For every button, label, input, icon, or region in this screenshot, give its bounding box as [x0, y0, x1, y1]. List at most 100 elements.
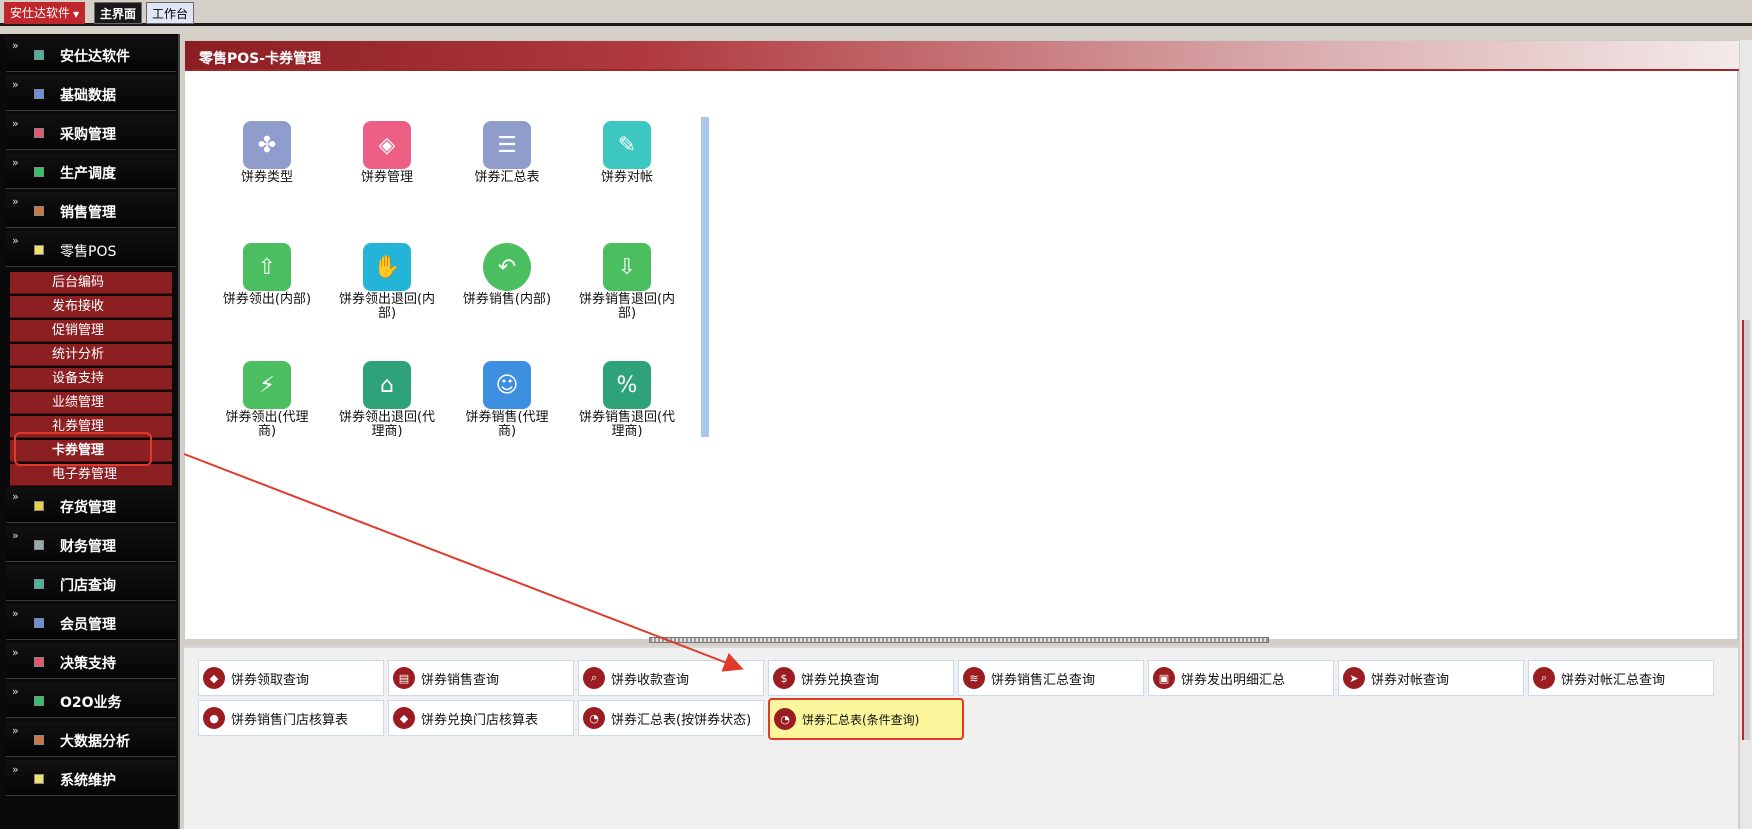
sidebar-item-label: 安仕达软件 [60, 49, 130, 65]
sidebar-item-label: 决策支持 [60, 656, 116, 672]
btn-issue-detail-summary[interactable]: ▣ 饼券发出明细汇总 [1148, 660, 1334, 696]
sidebar-item-label: 大数据分析 [60, 734, 130, 750]
module-icon [34, 657, 44, 667]
tile-voucher-manage[interactable]: ◈ 饼券管理 [337, 121, 437, 185]
id-card-icon: ▣ [1153, 667, 1175, 689]
sidebar-item-member[interactable]: » 会员管理 [6, 604, 176, 640]
sub-item-e-voucher[interactable]: 电子券管理 [10, 464, 172, 486]
sidebar-item-retail-pos[interactable]: » 零售POS [6, 231, 176, 267]
sidebar-item-store-query[interactable]: 门店查询 [6, 565, 176, 601]
undo-icon: ↶ [483, 243, 531, 291]
sidebar-item-finance[interactable]: » 财务管理 [6, 526, 176, 562]
sub-item-backend-code[interactable]: 后台编码 [10, 272, 172, 294]
pie-icon: ◔ [774, 708, 796, 730]
horizontal-splitter[interactable] [649, 637, 1269, 643]
tile-sale-return-internal[interactable]: ⇩ 饼券销售退回(内部) [577, 243, 677, 321]
pin-icon: ✎ [603, 121, 651, 169]
tile-label: 饼券管理 [360, 170, 413, 185]
chevron-right-icon: » [12, 156, 19, 169]
sub-item-promotion[interactable]: 促销管理 [10, 320, 172, 342]
button-label: 饼券销售门店核算表 [231, 712, 349, 728]
tab-workbench[interactable]: 工作台 [146, 2, 195, 24]
sidebar-item-label: 零售POS [60, 244, 117, 260]
tile-voucher-reconcile[interactable]: ✎ 饼券对帐 [577, 121, 677, 185]
sidebar-item-label: 系统维护 [60, 773, 116, 789]
btn-store-exchange-accounting[interactable]: ◆ 饼券兑换门店核算表 [388, 700, 574, 736]
main-panel: 零售POS-卡券管理 ✤ 饼券类型 ◈ 饼券管理 ☰ 饼券汇总表 ✎ 饼券对帐 … [184, 40, 1739, 643]
sidebar-item-big-data[interactable]: » 大数据分析 [6, 721, 176, 757]
quick-query-panel: ◆ 饼券领取查询 ▤ 饼券销售查询 ⌕ 饼券收款查询 $ 饼券兑换查询 ≋ 饼券销售汇总查… [184, 646, 1738, 829]
search-icon: ⌕ [1533, 667, 1555, 689]
button-label: 饼券兑换查询 [801, 672, 880, 688]
server-icon: ☰ [483, 121, 531, 169]
tile-issue-agent[interactable]: ⚡ 饼券领出(代理商) [217, 361, 317, 439]
tag-icon: ◆ [203, 667, 225, 689]
sidebar-item-inventory[interactable]: » 存货管理 [6, 487, 176, 523]
btn-summary-conditional[interactable]: ◔ 饼券汇总表(条件查询) [768, 698, 964, 740]
folder-bolt-icon: ⚡ [243, 361, 291, 409]
sidebar-item-sales[interactable]: » 销售管理 [6, 192, 176, 228]
button-label: 饼券汇总表(按饼券状态) [611, 712, 752, 728]
sidebar-item-basic-data[interactable]: » 基础数据 [6, 75, 176, 111]
tile-issue-return-agent[interactable]: ⌂ 饼券领出退回(代理商) [337, 361, 437, 439]
tile-sale-internal[interactable]: ↶ 饼券销售(内部) [457, 243, 557, 307]
sidebar-item-purchase[interactable]: » 采购管理 [6, 114, 176, 150]
tile-sale-agent[interactable]: ☺ 饼券销售(代理商) [457, 361, 557, 439]
btn-reconcile-summary-query[interactable]: ⌕ 饼券对帐汇总查询 [1528, 660, 1714, 696]
chevron-right-icon: » [12, 529, 19, 542]
tile-label: 饼券类型 [240, 170, 293, 185]
tile-label: 饼券领出(代理商) [225, 410, 309, 439]
sub-item-device-support[interactable]: 设备支持 [10, 368, 172, 390]
sidebar-item-label: 基础数据 [60, 88, 116, 104]
folder-up-icon: ⇧ [243, 243, 291, 291]
splitter-bar[interactable] [701, 117, 709, 437]
users-icon: ☺ [483, 361, 531, 409]
btn-store-sales-accounting[interactable]: ● 饼券销售门店核算表 [198, 700, 384, 736]
btn-issue-query[interactable]: ◆ 饼券领取查询 [198, 660, 384, 696]
btn-exchange-query[interactable]: $ 饼券兑换查询 [768, 660, 954, 696]
sidebar-item-production[interactable]: » 生产调度 [6, 153, 176, 189]
tag-icon: ◈ [363, 121, 411, 169]
send-icon: ➤ [1343, 667, 1365, 689]
sidebar-item-label: 会员管理 [60, 617, 116, 633]
sub-item-publish-receive[interactable]: 发布接收 [10, 296, 172, 318]
brand-menu[interactable]: 安仕达软件 ▼ [4, 2, 86, 24]
tile-issue-internal[interactable]: ⇧ 饼券领出(内部) [217, 243, 317, 307]
btn-sales-summary-query[interactable]: ≋ 饼券销售汇总查询 [958, 660, 1144, 696]
tile-sale-return-agent[interactable]: % 饼券销售退回(代理商) [577, 361, 677, 439]
sub-item-statistics[interactable]: 统计分析 [10, 344, 172, 366]
scrollbar-thumb[interactable] [1742, 320, 1750, 740]
vertical-scrollbar[interactable] [1740, 40, 1752, 829]
tile-issue-return-internal[interactable]: ✋ 饼券领出退回(内部) [337, 243, 437, 321]
sidebar-item-system[interactable]: » 系统维护 [6, 760, 176, 796]
sidebar-item-label: 采购管理 [60, 127, 116, 143]
module-icon [34, 540, 44, 550]
tab-main[interactable]: 主界面 [94, 2, 143, 24]
chevron-right-icon: » [12, 685, 19, 698]
chevron-right-icon: » [12, 195, 19, 208]
tile-label: 饼券对帐 [600, 170, 653, 185]
button-label: 饼券发出明细汇总 [1181, 672, 1286, 688]
sidebar-item-anshida[interactable]: » 安仕达软件 [6, 36, 176, 72]
sub-item-performance[interactable]: 业绩管理 [10, 392, 172, 414]
module-icon [34, 735, 44, 745]
button-label: 饼券领取查询 [231, 672, 310, 688]
hand-card-icon: ✋ [363, 243, 411, 291]
tile-voucher-summary[interactable]: ☰ 饼券汇总表 [457, 121, 557, 185]
tile-label: 饼券销售退回(代理商) [578, 410, 676, 439]
sidebar-item-decision[interactable]: » 决策支持 [6, 643, 176, 679]
module-icon [34, 245, 44, 255]
btn-payment-query[interactable]: ⌕ 饼券收款查询 [578, 660, 764, 696]
sidebar-item-o2o[interactable]: » O2O业务 [6, 682, 176, 718]
chevron-right-icon: » [12, 490, 19, 503]
tile-voucher-type[interactable]: ✤ 饼券类型 [217, 121, 317, 185]
sidebar-item-label: 门店查询 [60, 578, 116, 594]
button-label: 饼券兑换门店核算表 [421, 712, 539, 728]
btn-sales-query[interactable]: ▤ 饼券销售查询 [388, 660, 574, 696]
btn-reconcile-query[interactable]: ➤ 饼券对帐查询 [1338, 660, 1524, 696]
chevron-right-icon: » [12, 117, 19, 130]
page-title: 零售POS-卡券管理 [199, 51, 322, 67]
annotation-highlight-box [14, 432, 152, 466]
clipboard-icon: ▤ [393, 667, 415, 689]
btn-summary-by-status[interactable]: ◔ 饼券汇总表(按饼券状态) [578, 700, 764, 736]
